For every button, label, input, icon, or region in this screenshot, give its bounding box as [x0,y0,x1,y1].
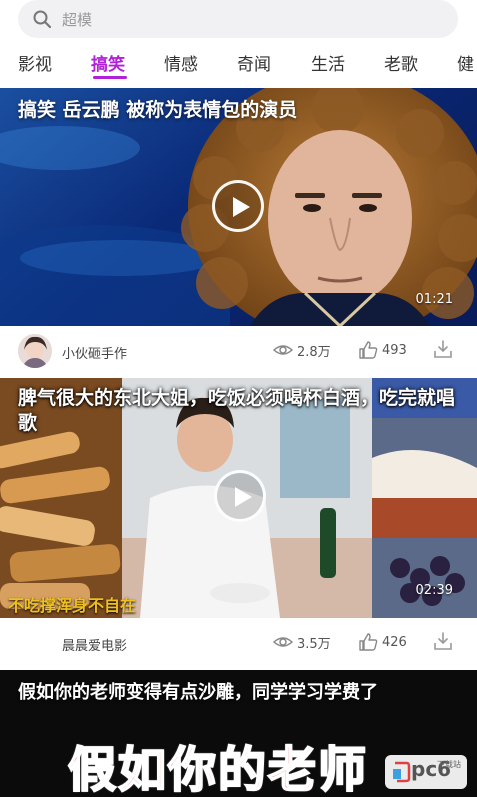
eye-icon [273,345,293,355]
search-input[interactable]: 超模 [18,0,458,38]
author-name[interactable]: 晨晨爱电影 [62,635,127,654]
download-icon[interactable] [433,339,453,359]
tab-health[interactable]: 健 [457,50,474,75]
video-caption: 不吃撑浑身不自在 [8,596,137,615]
site-watermark: pc6 下载站 [385,755,467,789]
video-card-1[interactable]: 搞笑 岳云鹏 被称为表情包的演员 01:21 [0,88,477,326]
category-tabs: 影视 搞笑 情感 奇闻 生活 老歌 健 [0,44,477,84]
like-button[interactable]: 493 [358,340,407,360]
play-button[interactable] [212,180,264,232]
video-title[interactable]: 脾气很大的东北大姐，吃饭必须喝杯白酒，吃完就唱歌 [18,386,463,436]
thumbs-up-icon [359,341,378,359]
video-meta-2: 晨晨爱电影 3.5万 426 [0,618,477,670]
view-count-value: 2.8万 [297,344,331,360]
download-icon[interactable] [433,631,453,651]
video-title[interactable]: 搞笑 岳云鹏 被称为表情包的演员 [18,98,463,123]
app-screen: 超模 影视 搞笑 情感 奇闻 生活 老歌 健 搞笑 岳云鹏 被称为表情包的演员 … [0,0,477,797]
view-count: 2.8万 [273,340,331,360]
tab-funny[interactable]: 搞笑 [91,50,125,75]
play-icon [235,487,252,507]
watermark-subtext: 下载站 [437,760,461,769]
video-meta-1: 小伙砸手作 2.8万 493 [0,326,477,378]
tab-oldsongs[interactable]: 老歌 [384,50,418,75]
play-icon [233,197,250,217]
like-button[interactable]: 426 [358,632,407,652]
like-count: 426 [382,634,407,650]
tab-life[interactable]: 生活 [311,50,345,75]
search-icon [33,10,52,29]
active-tab-indicator [93,76,127,79]
video-title[interactable]: 假如你的老师变得有点沙雕，同学学习学费了 [18,680,463,705]
like-count: 493 [382,342,407,358]
tab-emotion[interactable]: 情感 [164,50,198,75]
search-placeholder: 超模 [62,10,93,29]
view-count-value: 3.5万 [297,636,331,652]
thumbs-up-icon [359,633,378,651]
view-count: 3.5万 [273,632,331,652]
play-button[interactable] [214,470,266,522]
video-duration: 02:39 [415,583,453,598]
video-duration: 01:21 [415,292,453,307]
eye-icon [273,637,293,647]
video-card-2[interactable]: 脾气很大的东北大姐，吃饭必须喝杯白酒，吃完就唱歌 不吃撑浑身不自在 02:39 [0,378,477,618]
avatar[interactable] [18,334,52,368]
author-name[interactable]: 小伙砸手作 [62,343,127,362]
video-big-caption: 假如你的老师 [67,741,369,797]
tab-oddities[interactable]: 奇闻 [237,50,271,75]
video-card-3[interactable]: 假如你的老师变得有点沙雕，同学学习学费了 假如你的老师 pc6 下载站 [0,670,477,797]
watermark-logo-icon [393,761,411,783]
tab-film[interactable]: 影视 [18,50,52,75]
search-bar: 超模 [0,0,477,44]
